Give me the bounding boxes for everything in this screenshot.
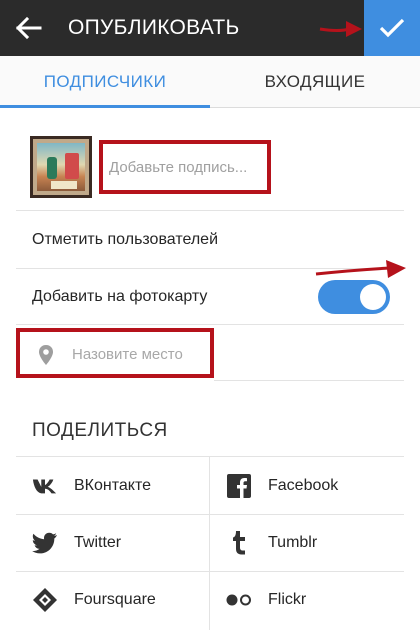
back-button[interactable] bbox=[0, 0, 56, 56]
share-section-title: ПОДЕЛИТЬСЯ bbox=[32, 420, 168, 441]
vk-icon bbox=[32, 473, 58, 499]
share-vk-button[interactable]: ВКонтакте bbox=[16, 457, 210, 514]
location-pin-icon bbox=[39, 345, 53, 365]
location-highlight bbox=[16, 328, 214, 378]
back-arrow-icon bbox=[15, 16, 42, 40]
share-flickr-button[interactable]: Flickr bbox=[210, 571, 404, 628]
facebook-icon bbox=[226, 473, 252, 499]
add-to-map-label: Добавить на фотокарту bbox=[32, 288, 208, 305]
caption-highlight bbox=[99, 140, 271, 194]
share-twitter-button[interactable]: Twitter bbox=[16, 514, 210, 571]
share-facebook-button[interactable]: Facebook bbox=[210, 457, 404, 514]
thumbnail-shape bbox=[65, 153, 79, 179]
thumbnail-shape bbox=[47, 157, 57, 179]
share-label: Flickr bbox=[268, 590, 307, 608]
thumbnail-shape bbox=[51, 181, 77, 189]
foursquare-icon bbox=[32, 587, 58, 613]
share-tumblr-button[interactable]: Tumblr bbox=[210, 514, 404, 571]
divider bbox=[16, 210, 404, 211]
share-grid: ВКонтакте Facebook Twitter Tumblr Foursq… bbox=[16, 456, 404, 630]
tab-direct[interactable]: ВХОДЯЩИЕ bbox=[210, 56, 420, 107]
share-foursquare-button[interactable]: Foursquare bbox=[16, 571, 210, 628]
tab-followers[interactable]: ПОДПИСЧИКИ bbox=[0, 56, 210, 108]
add-to-map-toggle[interactable] bbox=[318, 280, 390, 314]
twitter-icon bbox=[32, 530, 58, 556]
divider bbox=[16, 324, 404, 325]
confirm-button[interactable] bbox=[364, 0, 420, 56]
checkmark-icon bbox=[379, 18, 405, 38]
share-label: Foursquare bbox=[74, 590, 156, 608]
thumbnail-image bbox=[37, 143, 85, 191]
tumblr-icon bbox=[226, 530, 252, 556]
share-label: Tumblr bbox=[268, 533, 318, 551]
toggle-knob bbox=[360, 284, 386, 310]
tab-bar: ПОДПИСЧИКИ ВХОДЯЩИЕ bbox=[0, 56, 420, 108]
share-label: ВКонтакте bbox=[74, 476, 151, 494]
share-label: Twitter bbox=[74, 533, 122, 551]
tag-people-item[interactable]: Отметить пользователей bbox=[32, 231, 218, 249]
caption-input[interactable] bbox=[109, 158, 267, 176]
location-input[interactable] bbox=[72, 342, 212, 366]
share-label: Facebook bbox=[268, 476, 339, 494]
annotation-arrow-icon bbox=[315, 260, 406, 278]
photo-thumbnail[interactable] bbox=[30, 136, 92, 198]
annotation-arrow-icon bbox=[319, 21, 362, 37]
page-title: ОПУБЛИКОВАТЬ bbox=[68, 16, 240, 39]
flickr-icon bbox=[226, 587, 252, 613]
divider bbox=[214, 380, 404, 381]
